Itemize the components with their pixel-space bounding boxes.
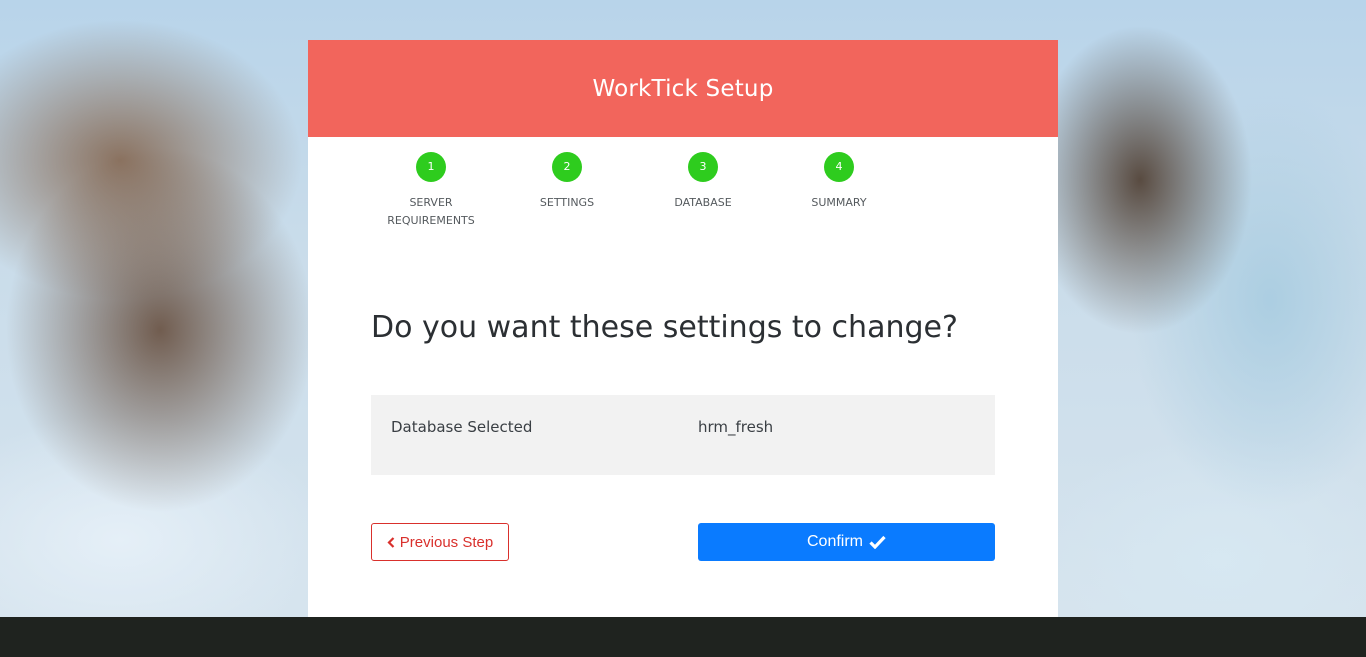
step-label: DATABASE: [674, 196, 732, 209]
check-icon: [869, 535, 886, 549]
chevron-left-icon: [387, 536, 395, 548]
settings-summary: Database Selected hrm_fresh: [371, 395, 995, 475]
page-title: WorkTick Setup: [592, 75, 774, 102]
step-label: SUMMARY: [811, 196, 867, 209]
stepper: 1 SERVER REQUIREMENTS 2 SETTINGS 3 DATAB…: [308, 152, 1058, 242]
step-label: SERVER REQUIREMENTS: [387, 196, 475, 227]
step-server-requirements[interactable]: 1 SERVER REQUIREMENTS: [371, 152, 491, 230]
previous-step-label: Previous Step: [399, 533, 494, 551]
card-header: WorkTick Setup: [308, 40, 1058, 137]
confirmation-question: Do you want these settings to change?: [371, 310, 958, 345]
confirm-button[interactable]: Confirm: [698, 523, 995, 561]
step-number: 2: [552, 152, 582, 182]
step-number: 3: [688, 152, 718, 182]
step-number: 1: [416, 152, 446, 182]
step-label: SETTINGS: [539, 196, 595, 209]
previous-step-button[interactable]: Previous Step: [371, 523, 509, 561]
step-summary[interactable]: 4 SUMMARY: [779, 152, 899, 212]
setting-name: Database Selected: [391, 418, 533, 436]
footer-strip: [0, 617, 1366, 657]
step-number: 4: [824, 152, 854, 182]
step-settings[interactable]: 2 SETTINGS: [507, 152, 627, 212]
confirm-label: Confirm: [806, 533, 863, 550]
setup-card: WorkTick Setup 1 SERVER REQUIREMENTS 2 S…: [308, 40, 1058, 617]
setting-value: hrm_fresh: [698, 418, 774, 436]
step-database[interactable]: 3 DATABASE: [643, 152, 763, 212]
